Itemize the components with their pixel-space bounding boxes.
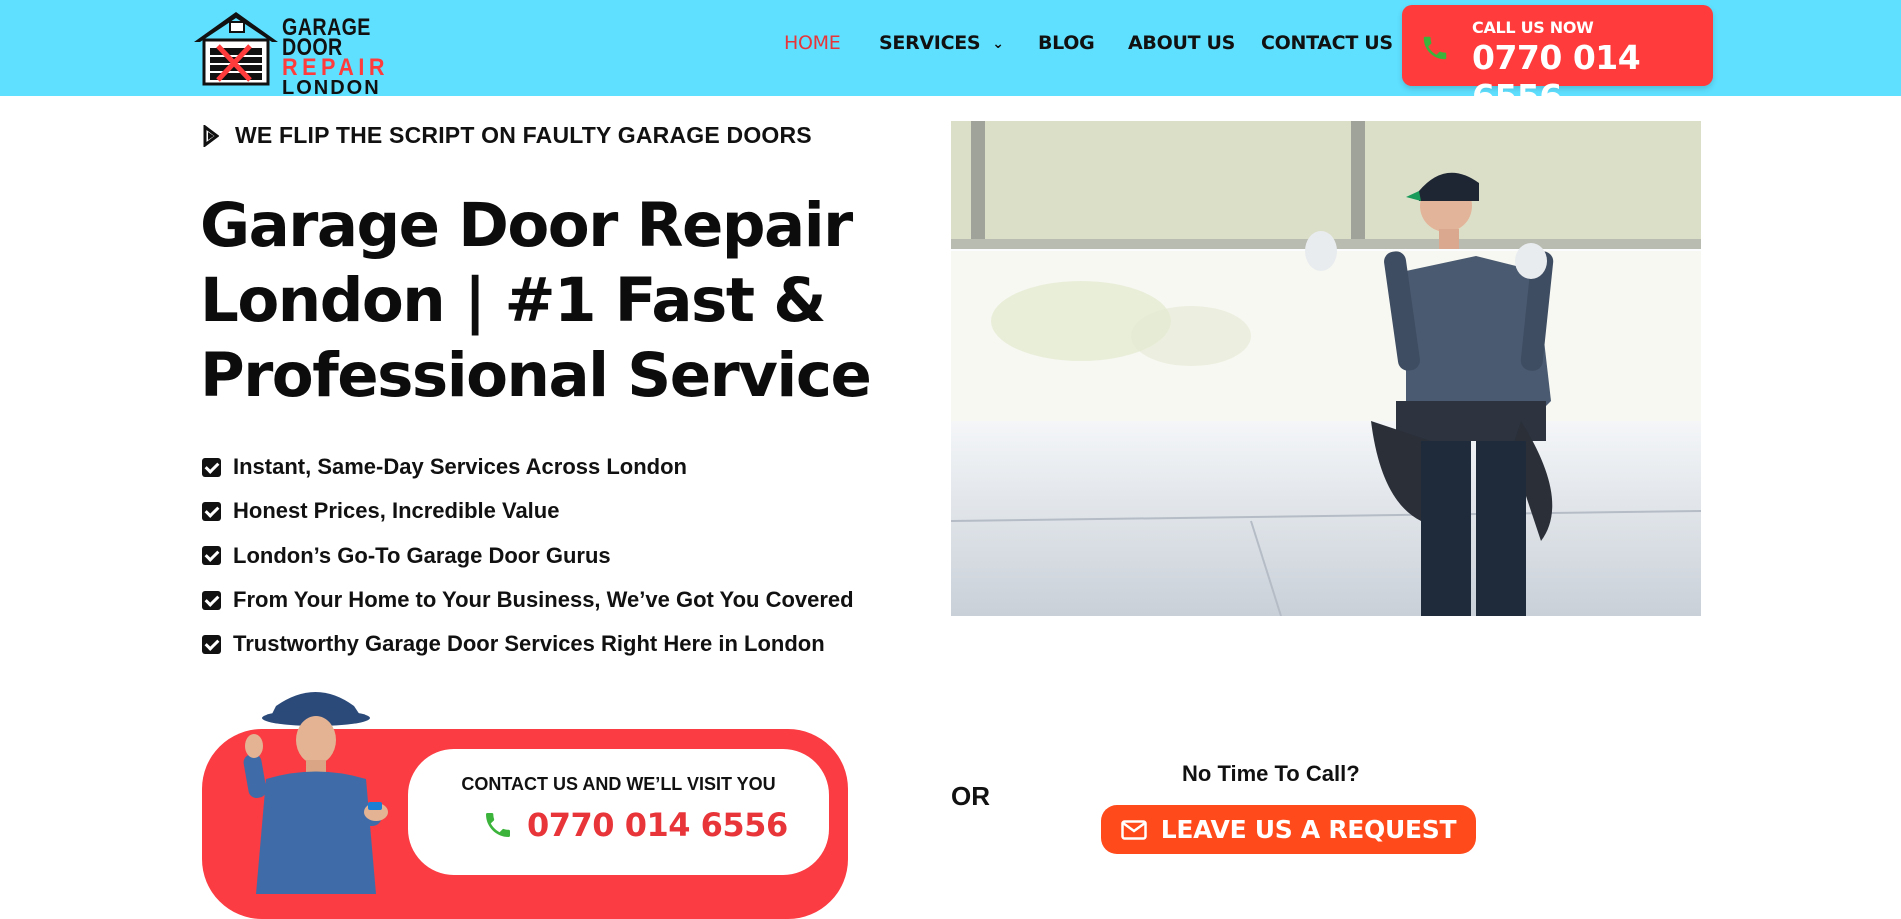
leave-request-label: LEAVE US A REQUEST — [1160, 815, 1457, 844]
garage-house-icon — [194, 12, 278, 86]
envelope-icon — [1121, 819, 1147, 840]
contact-phone-link[interactable]: 0770 014 6556 — [482, 806, 788, 844]
nav-blog[interactable]: BLOG — [1038, 32, 1095, 54]
contact-person-image — [243, 692, 388, 894]
list-item: Honest Prices, Incredible Value — [202, 489, 854, 533]
list-item: Trustworthy Garage Door Services Right H… — [202, 622, 854, 666]
feature-text: From Your Home to Your Business, We’ve G… — [233, 587, 854, 613]
contact-panel-title: CONTACT US AND WE’LL VISIT YOU — [461, 774, 776, 794]
chevron-down-icon: ⌄ — [992, 36, 1004, 52]
call-us-now-label: CALL US NOW — [1472, 18, 1594, 37]
feature-list: Instant, Same-Day Services Across London… — [202, 445, 854, 666]
checkbox-icon — [202, 457, 221, 477]
hero-tagline-text: WE FLIP THE SCRIPT ON FAULTY GARAGE DOOR… — [235, 122, 812, 148]
feature-text: London’s Go-To Garage Door Gurus — [233, 542, 611, 568]
play-icon — [203, 124, 219, 147]
nav-contact-us[interactable]: CONTACT US — [1261, 32, 1393, 54]
feature-text: Honest Prices, Incredible Value — [233, 498, 560, 524]
header-phone-number: 0770 014 6556 — [1472, 38, 1641, 116]
hero-image-technician — [951, 121, 1701, 616]
checkbox-icon — [202, 546, 221, 566]
checkbox-icon — [202, 590, 221, 610]
contact-phone-number: 0770 014 6556 — [527, 806, 788, 844]
phone-icon — [486, 813, 510, 837]
nav-services[interactable]: SERVICES ⌄ — [879, 32, 1004, 54]
site-logo[interactable]: GARAGE DOOR REPAIR LONDON — [190, 8, 448, 98]
list-item: Instant, Same-Day Services Across London — [202, 445, 854, 489]
logo-line-2: REPAIR — [282, 54, 390, 81]
feature-text: Trustworthy Garage Door Services Right H… — [233, 631, 825, 657]
nav-services-label: SERVICES — [879, 32, 981, 54]
hero-tagline: WE FLIP THE SCRIPT ON FAULTY GARAGE DOOR… — [203, 122, 812, 149]
call-us-now-button[interactable]: CALL US NOW 0770 014 6556 — [1402, 5, 1713, 116]
phone-icon — [1423, 36, 1447, 60]
list-item: From Your Home to Your Business, We’ve G… — [202, 578, 854, 622]
logo-line-1: GARAGE DOOR — [282, 14, 371, 61]
checkbox-icon — [202, 634, 221, 654]
feature-text: Instant, Same-Day Services Across London — [233, 454, 687, 480]
nav-about-us[interactable]: ABOUT US — [1128, 32, 1235, 54]
nav-home[interactable]: HOME — [784, 32, 841, 54]
list-item: London’s Go-To Garage Door Gurus — [202, 534, 854, 578]
or-separator: OR — [951, 781, 990, 811]
hero-headline: Garage Door Repair London | #1 Fast & Pr… — [200, 190, 872, 411]
leave-request-button[interactable]: LEAVE US A REQUEST — [1101, 805, 1476, 854]
logo-line-3: LONDON — [282, 77, 381, 99]
no-time-to-call-text: No Time To Call? — [1182, 761, 1360, 786]
checkbox-icon — [202, 501, 221, 521]
site-header: GARAGE DOOR REPAIR LONDON HOME SERVICES ⌄… — [0, 0, 1901, 116]
